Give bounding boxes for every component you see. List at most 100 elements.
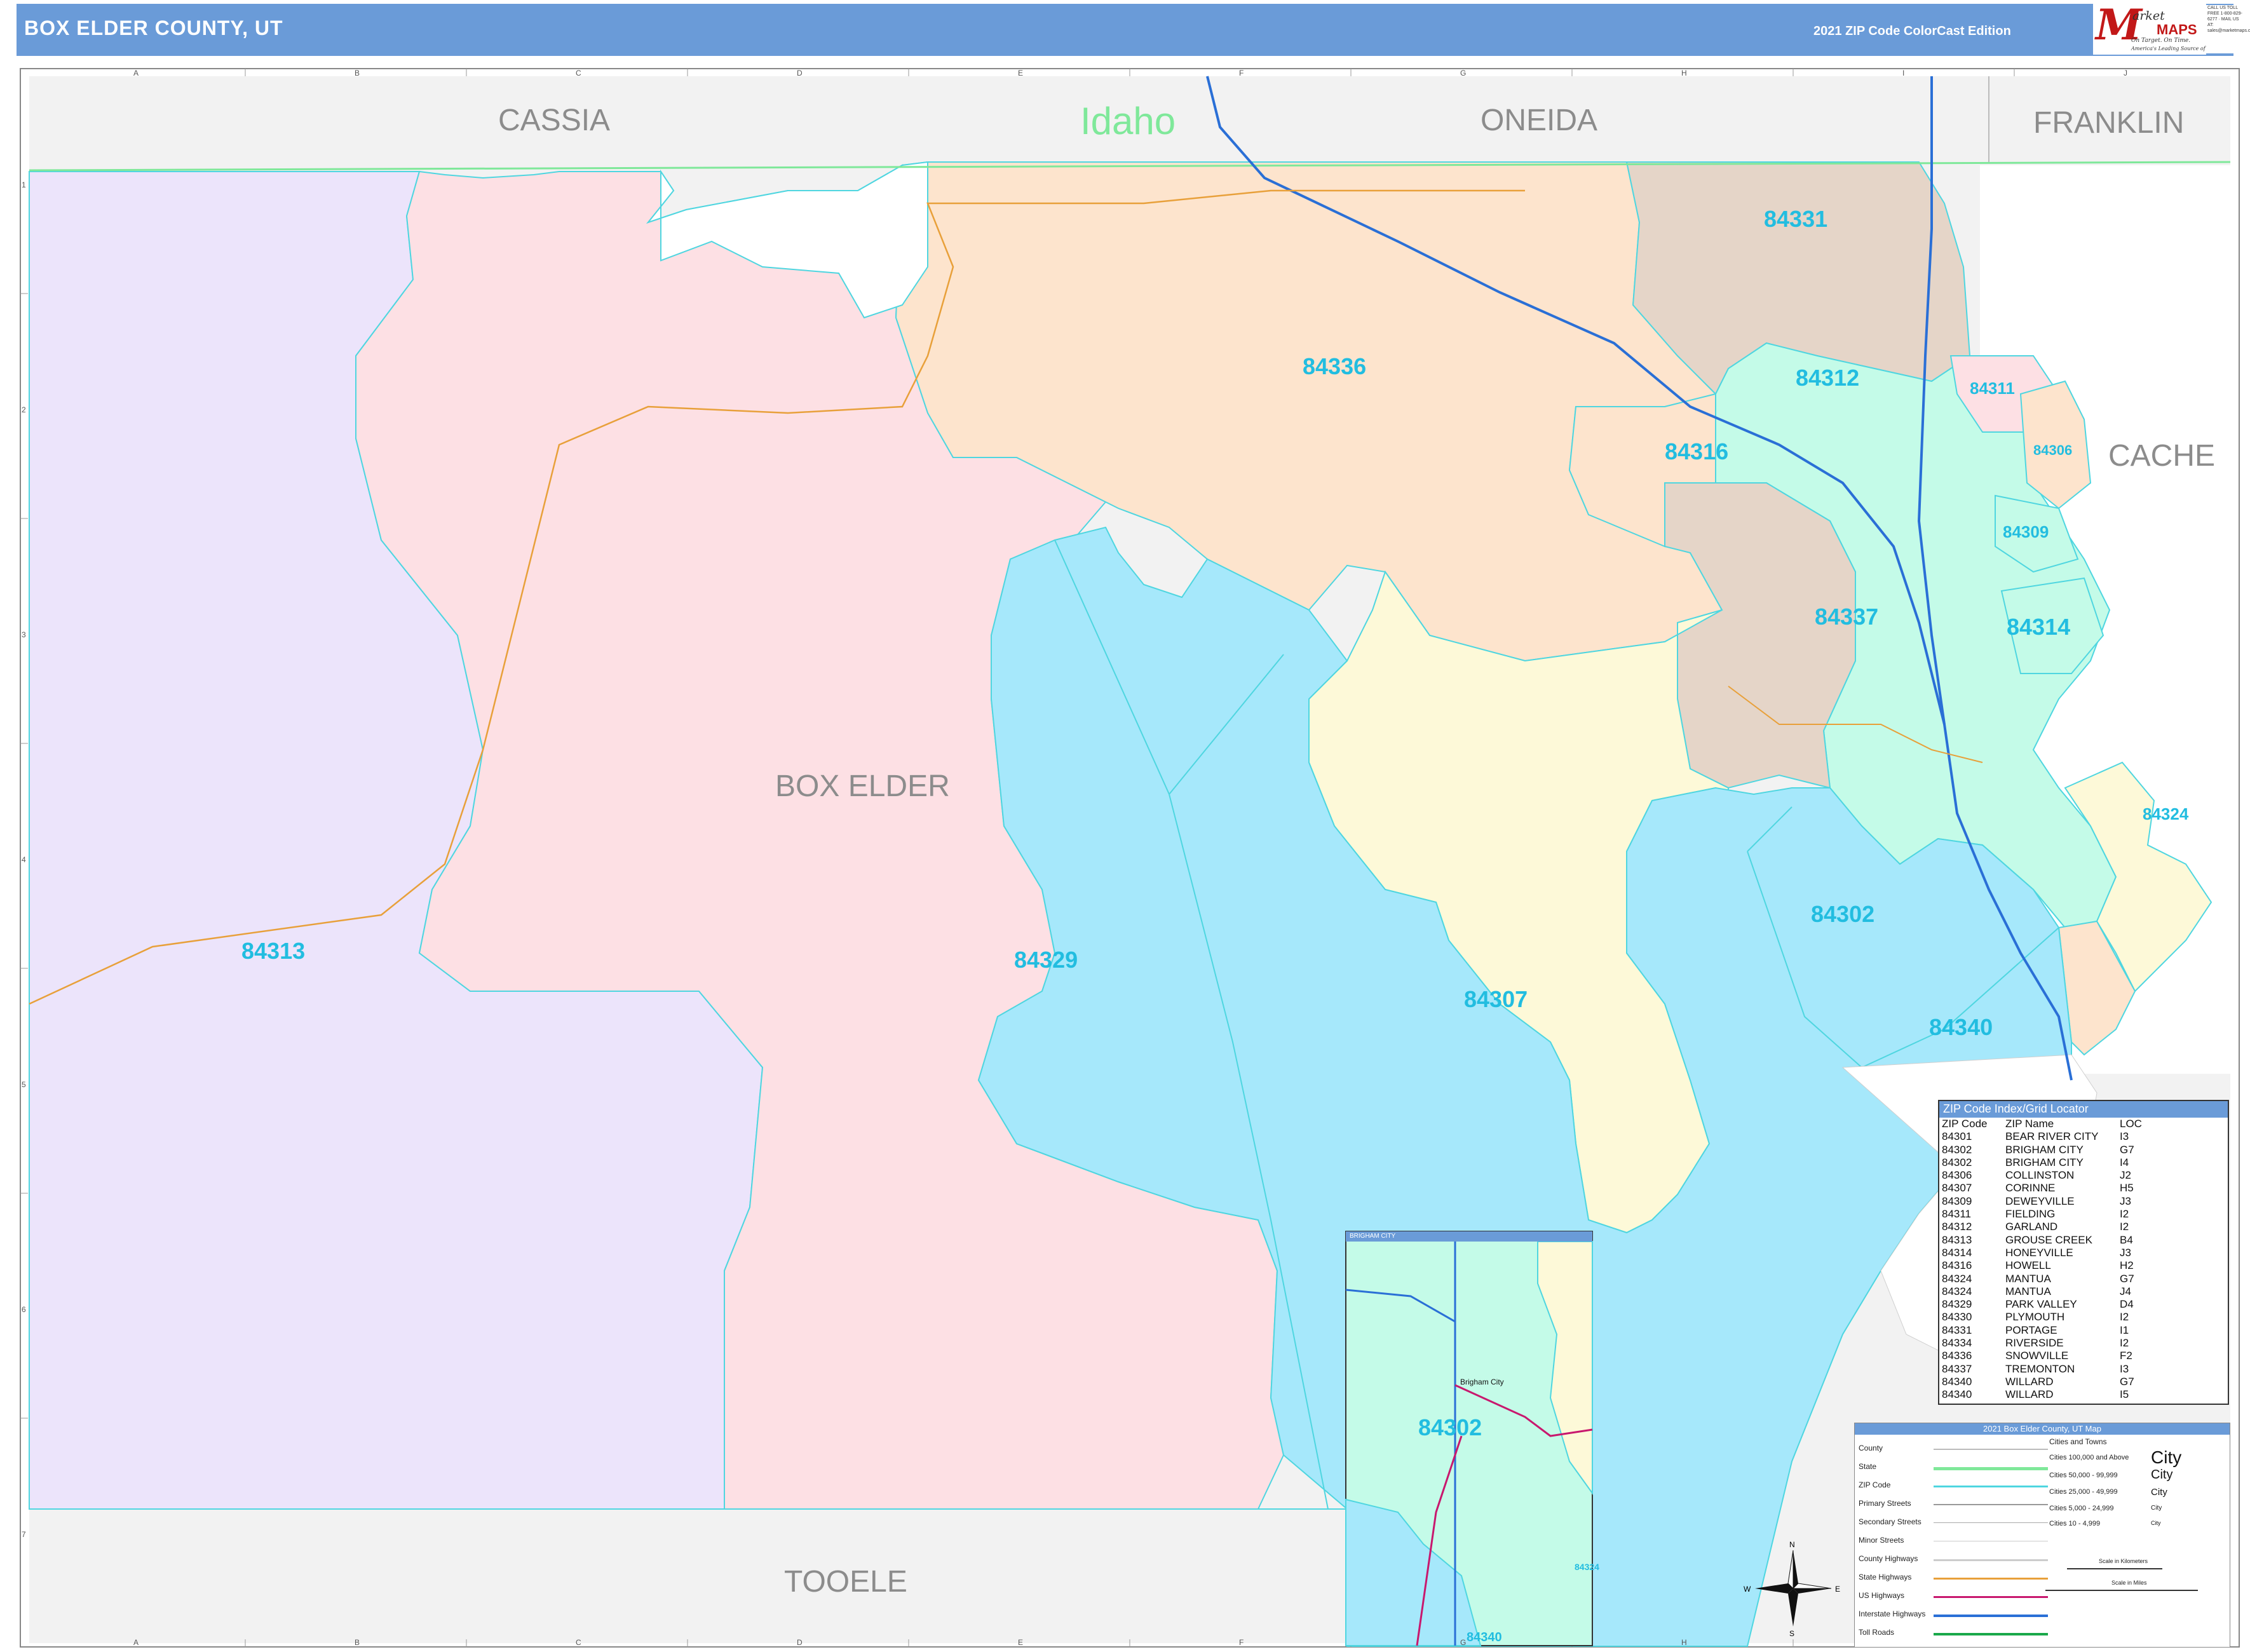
legend-line-state-hwy <box>1934 1578 2048 1580</box>
zip-name-cell: BEAR RIVER CITY <box>2005 1130 2099 1143</box>
zip-code-cell: 84313 <box>1942 1233 1972 1246</box>
map-legend: 2021 Box Elder County, UT Map County Sta… <box>1854 1423 2230 1648</box>
compass-n: N <box>1789 1540 1795 1549</box>
loc-cell: H5 <box>2120 1182 2134 1195</box>
grid-letter-c-bottom: C <box>576 1638 581 1647</box>
zip-name-cell: FIELDING <box>2005 1208 2056 1221</box>
zip-label-84313: 84313 <box>241 938 306 964</box>
grid-number-2: 2 <box>22 405 26 414</box>
zip-name-cell: CORINNE <box>2005 1182 2056 1195</box>
zip-index-row: 84301 BEAR RIVER CITY I3 <box>1939 1130 2228 1143</box>
zip-index-rows: 84301 BEAR RIVER CITY I3 84302 BRIGHAM CITY G… <box>1939 1130 2228 1401</box>
zip-index-row: 84340 WILLARD G7 <box>1939 1376 2228 1388</box>
zip-code-cell: 84301 <box>1942 1130 1972 1143</box>
zip-label-84312: 84312 <box>1796 365 1860 391</box>
zip-name-cell: HOWELL <box>2005 1259 2051 1272</box>
loc-cell: D4 <box>2120 1298 2134 1311</box>
zip-code-cell: 84306 <box>1942 1169 1972 1182</box>
grid-letter-e-bottom: E <box>1018 1638 1024 1647</box>
zip-code-cell: 84302 <box>1942 1143 1972 1156</box>
zip-code-cell: 84329 <box>1942 1298 1972 1311</box>
legend-city-sample-3: City <box>2151 1487 2167 1498</box>
loc-cell: H2 <box>2120 1259 2134 1272</box>
loc-cell: I2 <box>2120 1311 2129 1324</box>
grid-letter-j: J <box>2124 69 2127 78</box>
zip-code-cell: 84324 <box>1942 1272 1972 1285</box>
loc-cell: B4 <box>2120 1233 2133 1246</box>
grid-number-6: 6 <box>22 1305 26 1314</box>
zip-name-cell: BRIGHAM CITY <box>2005 1143 2084 1156</box>
inset-city-label: Brigham City <box>1460 1378 1504 1386</box>
zip-index-row: 84337 TREMONTON I3 <box>1939 1363 2228 1376</box>
legend-city-sample-1: City <box>2151 1447 2182 1467</box>
zip-code-cell: 84331 <box>1942 1324 1972 1336</box>
zip-name-cell: GROUSE CREEK <box>2005 1233 2092 1246</box>
zip-index-row: 84312 GARLAND I2 <box>1939 1221 2228 1233</box>
zip-index-row: 84336 SNOWVILLE F2 <box>1939 1350 2228 1362</box>
zip-index-row: 84302 BRIGHAM CITY G7 <box>1939 1144 2228 1156</box>
zip-name-cell: HONEYVILLE <box>2005 1246 2073 1259</box>
legend-line-us-hwy <box>1934 1596 2048 1598</box>
legend-city-sample-5: City <box>2151 1520 2161 1526</box>
legend-city-10: Cities 10 - 4,999 <box>2049 1520 2101 1527</box>
legend-secondary-streets: Secondary Streets <box>1859 1517 1921 1526</box>
legend-line-county-hwy <box>1934 1559 2048 1561</box>
legend-city-sample-4: City <box>2151 1505 2162 1512</box>
legend-scale-mi-bar <box>2045 1590 2198 1591</box>
zip-name-cell: TREMONTON <box>2005 1362 2075 1375</box>
zip-index-row: 84340 WILLARD I5 <box>1939 1388 2228 1401</box>
legend-line-primary <box>1934 1504 2048 1505</box>
grid-number-5: 5 <box>22 1080 26 1089</box>
zip-label-84336: 84336 <box>1303 353 1367 379</box>
grid-letter-h-bottom: H <box>1681 1638 1687 1647</box>
legend-primary-streets: Primary Streets <box>1859 1499 1911 1508</box>
grid-number-7: 7 <box>22 1530 26 1539</box>
county-label-franklin: FRANKLIN <box>2033 106 2185 140</box>
zip-name-cell: PLYMOUTH <box>2005 1311 2065 1324</box>
zip-code-cell: 84311 <box>1942 1208 1972 1221</box>
zip-label-84302: 84302 <box>1811 901 1875 927</box>
zip-index-row: 84329 PARK VALLEY D4 <box>1939 1298 2228 1311</box>
loc-cell: J3 <box>2120 1246 2131 1259</box>
grid-letter-b: B <box>355 69 360 78</box>
grid-letter-b-bottom: B <box>355 1638 360 1647</box>
grid-letter-a-bottom: A <box>133 1638 139 1647</box>
legend-scale-km: Scale in Kilometers <box>2099 1558 2148 1564</box>
zip-name-cell: SNOWVILLE <box>2005 1350 2069 1362</box>
zip-index-row: 84307 CORINNE H5 <box>1939 1182 2228 1195</box>
legend-state: State <box>1859 1462 1877 1471</box>
grid-letter-c: C <box>576 69 581 78</box>
loc-cell: I1 <box>2120 1324 2129 1336</box>
zip-index-row: 84306 COLLINSTON J2 <box>1939 1169 2228 1182</box>
county-label-cache: CACHE <box>2108 439 2216 473</box>
grid-letter-h: H <box>1681 69 1687 78</box>
grid-number-3: 3 <box>22 630 26 639</box>
col-loc: LOC <box>2120 1118 2142 1130</box>
zip-index-row: 84330 PLYMOUTH I2 <box>1939 1311 2228 1324</box>
legend-scale-km-bar <box>2067 1568 2162 1569</box>
legend-city-100k: Cities 100,000 and Above <box>2049 1454 2129 1461</box>
loc-cell: I2 <box>2120 1337 2129 1350</box>
legend-zip-code: ZIP Code <box>1859 1480 1891 1489</box>
zip-name-cell: PARK VALLEY <box>2005 1298 2077 1311</box>
zip-code-cell: 84302 <box>1942 1156 1972 1168</box>
zip-code-cell: 84340 <box>1942 1375 1972 1388</box>
zip-name-cell: MANTUA <box>2005 1285 2051 1297</box>
inset-title: BRIGHAM CITY <box>1346 1231 1592 1242</box>
loc-cell: G7 <box>2120 1143 2134 1156</box>
legend-county-highways: County Highways <box>1859 1554 1918 1563</box>
zip-index-row: 84334 RIVERSIDE I2 <box>1939 1337 2228 1350</box>
grid-number-4: 4 <box>22 855 26 864</box>
zip-index-row: 84311 FIELDING I2 <box>1939 1208 2228 1221</box>
loc-cell: F2 <box>2120 1350 2132 1362</box>
zip-label-84307: 84307 <box>1464 986 1528 1012</box>
zip-index-row: 84314 HONEYVILLE J3 <box>1939 1247 2228 1259</box>
legend-city-50k: Cities 50,000 - 99,999 <box>2049 1472 2118 1479</box>
grid-letter-g-bottom: G <box>1460 1638 1467 1647</box>
compass-w: W <box>1744 1585 1751 1594</box>
zip-index-header-row: ZIP Code ZIP Name LOC <box>1939 1118 2228 1130</box>
legend-cities-header: Cities and Towns <box>2049 1437 2107 1446</box>
legend-line-interstate <box>1934 1615 2048 1617</box>
zip-label-84314: 84314 <box>2007 614 2071 640</box>
zip-index-row: 84324 MANTUA J4 <box>1939 1285 2228 1298</box>
